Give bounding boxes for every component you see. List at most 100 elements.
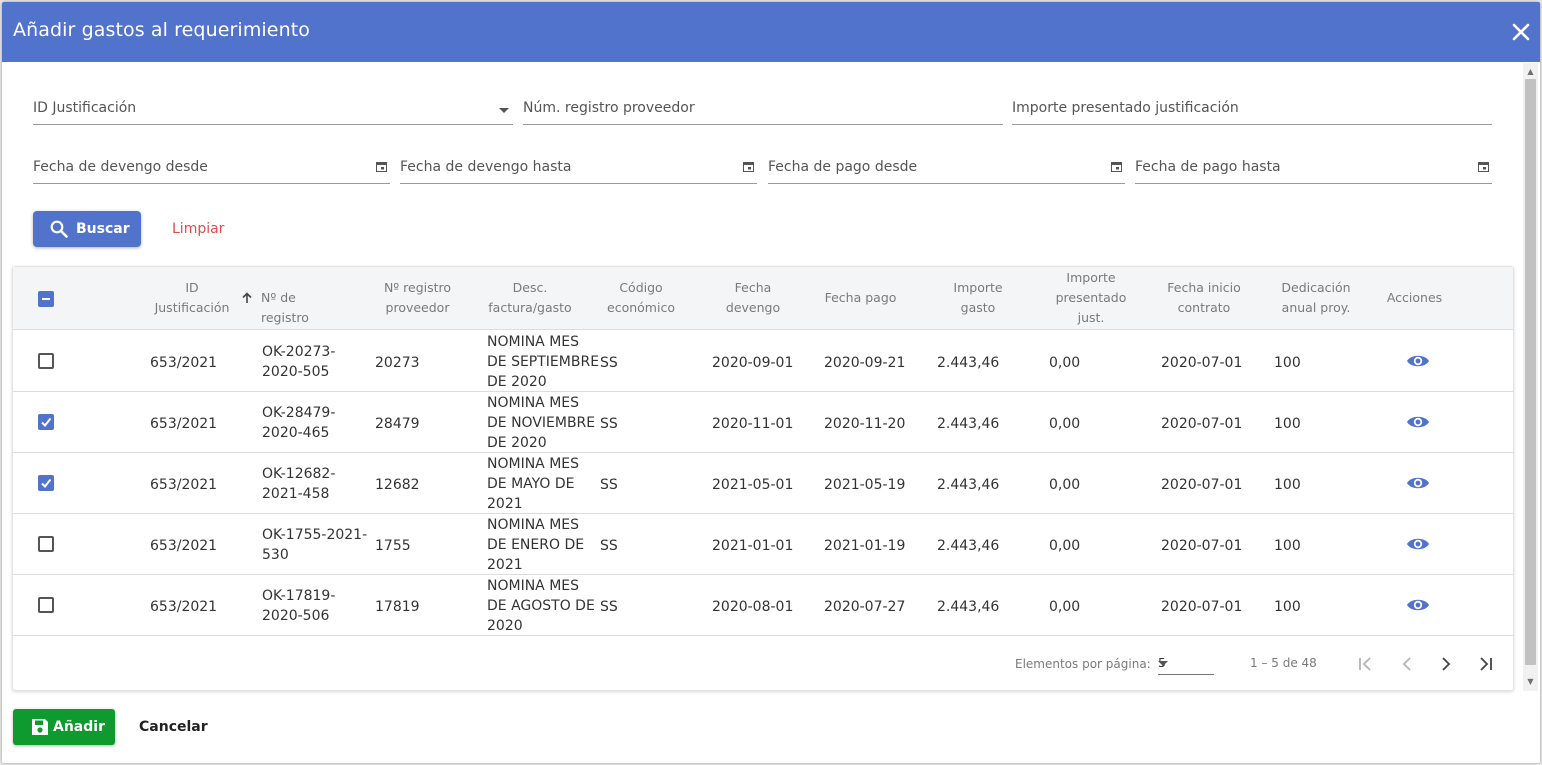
table-header: ID Justificación Nº de registro Nº regis… [13, 267, 1513, 330]
cell-desc-factura: NOMINA MES DE ENERO DE 2021 [487, 515, 584, 575]
header-n-registro-proveedor[interactable]: Nº registro proveedor [375, 278, 460, 318]
view-eye-icon[interactable] [1406, 352, 1430, 370]
importe-presentado-input[interactable]: Importe presentado justificación [1012, 99, 1492, 125]
cancel-button[interactable]: Cancelar [139, 719, 208, 735]
scroll-up-arrow-icon[interactable]: ▲ [1523, 65, 1538, 79]
row-checkbox[interactable] [38, 536, 54, 552]
cell-dedicacion-anual: 100 [1274, 477, 1301, 493]
select-all-checkbox[interactable] [38, 291, 54, 307]
page-size-select[interactable]: 5 [1158, 651, 1214, 675]
cell-n-registro: OK-1755-2021- 530 [262, 525, 367, 565]
previous-page-icon[interactable] [1396, 653, 1418, 675]
header-fecha-inicio-contrato[interactable]: Fecha inicio contrato [1163, 278, 1245, 318]
header-line: Importe [953, 280, 1003, 295]
header-line: económico [607, 300, 675, 315]
header-n-registro[interactable]: Nº de registro [261, 288, 343, 328]
row-checkbox[interactable] [38, 597, 54, 613]
fecha-pago-desde-input[interactable]: Fecha de pago desde [768, 158, 1125, 184]
add-button-label: Añadir [53, 719, 105, 735]
header-line: Desc. [512, 280, 548, 295]
header-line: presentado [1055, 290, 1127, 305]
cell-fecha-devengo: 2021-01-01 [712, 538, 794, 554]
table-row: 653/2021 OK-17819- 2020-506 17819 NOMINA MES… [13, 575, 1513, 636]
fecha-devengo-hasta-input[interactable]: Fecha de devengo hasta [400, 158, 757, 184]
cell-n-registro: OK-12682- 2021-458 [262, 464, 335, 504]
header-fecha-pago[interactable]: Fecha pago [818, 288, 903, 308]
id-justificacion-label: ID Justificación [33, 100, 137, 116]
view-eye-icon[interactable] [1406, 596, 1430, 614]
row-checkbox[interactable] [38, 414, 54, 430]
fecha-pago-hasta-label: Fecha de pago hasta [1135, 159, 1281, 175]
row-checkbox[interactable] [38, 353, 54, 369]
header-id-justificacion[interactable]: ID Justificación [151, 278, 233, 318]
cell-n-registro: OK-28479- 2020-465 [262, 403, 335, 443]
header-importe-gasto[interactable]: Importe gasto [938, 278, 1018, 318]
checkmark-icon [41, 417, 52, 428]
cell-dedicacion-anual: 100 [1274, 599, 1301, 615]
last-page-icon[interactable] [1474, 653, 1496, 675]
paginator: Elementos por página: 5 1 – 5 de 48 [13, 637, 1513, 691]
search-button[interactable]: Buscar [33, 211, 141, 247]
view-eye-icon[interactable] [1406, 474, 1430, 492]
scroll-down-arrow-icon[interactable]: ▼ [1523, 675, 1538, 689]
add-button[interactable]: Añadir [13, 709, 115, 745]
id-justificacion-select[interactable]: ID Justificación [33, 99, 513, 125]
first-page-icon[interactable] [1355, 653, 1377, 675]
cell-desc-factura-line: DE MAYO DE [487, 476, 575, 492]
cell-importe-gasto: 2.443,46 [937, 355, 1000, 371]
save-icon [32, 719, 48, 735]
next-page-icon[interactable] [1435, 653, 1457, 675]
view-eye-icon[interactable] [1406, 535, 1430, 553]
calendar-icon[interactable] [743, 161, 754, 172]
cell-importe-presentado: 0,00 [1049, 477, 1081, 493]
add-expenses-dialog: Añadir gastos al requerimiento ▲ ▼ ID Ju… [2, 2, 1540, 763]
cell-fecha-devengo: 2020-11-01 [712, 416, 794, 432]
cell-n-registro-line: OK-28479- [262, 405, 336, 421]
fecha-devengo-hasta-label: Fecha de devengo hasta [400, 159, 572, 175]
num-registro-proveedor-input[interactable]: Núm. registro proveedor [523, 99, 1003, 125]
header-line: Código [619, 280, 663, 295]
cell-fecha-devengo: 2020-09-01 [712, 355, 794, 371]
cell-n-registro-line: OK-1755-2021- [262, 527, 368, 543]
cell-codigo-economico: SS [600, 538, 618, 554]
cell-id-justificacion: 653/2021 [150, 538, 218, 554]
cell-n-registro-proveedor: 17819 [375, 599, 420, 615]
chevron-down-icon [1158, 661, 1168, 666]
cell-desc-factura: NOMINA MES DE MAYO DE 2021 [487, 454, 579, 514]
calendar-icon[interactable] [1478, 161, 1489, 172]
cell-n-registro-line: 2020-505 [262, 364, 330, 380]
cell-importe-presentado: 0,00 [1049, 538, 1081, 554]
scrollbar-thumb[interactable] [1525, 79, 1536, 665]
fecha-pago-hasta-input[interactable]: Fecha de pago hasta [1135, 158, 1492, 184]
cell-codigo-economico: SS [600, 477, 618, 493]
header-codigo-economico[interactable]: Código económico [596, 278, 686, 318]
header-fecha-devengo[interactable]: Fecha devengo [713, 278, 793, 318]
cell-desc-factura-line: DE 2020 [487, 374, 547, 390]
header-line: Importe [1066, 270, 1116, 285]
checkmark-icon [41, 478, 52, 489]
cell-id-justificacion: 653/2021 [150, 355, 218, 371]
cell-desc-factura: NOMINA MES DE AGOSTO DE 2020 [487, 576, 595, 636]
cell-dedicacion-anual: 100 [1274, 355, 1301, 371]
cell-desc-factura-line: NOMINA MES [487, 456, 580, 472]
close-icon[interactable] [1512, 23, 1530, 41]
cell-fecha-inicio-contrato: 2020-07-01 [1161, 599, 1243, 615]
clear-button[interactable]: Limpiar [172, 221, 224, 237]
header-line: Dedicación [1281, 280, 1351, 295]
fecha-devengo-desde-input[interactable]: Fecha de devengo desde [33, 158, 390, 184]
vertical-scrollbar[interactable]: ▲ ▼ [1523, 63, 1538, 691]
cell-desc-factura-line: NOMINA MES [487, 395, 580, 411]
header-importe-presentado[interactable]: Importe presentado just. [1048, 268, 1134, 328]
view-eye-icon[interactable] [1406, 413, 1430, 431]
calendar-icon[interactable] [1111, 161, 1122, 172]
header-dedicacion-anual[interactable]: Dedicación anual proy. [1275, 278, 1357, 318]
table-row: 653/2021 OK-28479- 2020-465 28479 NOMINA MES… [13, 392, 1513, 453]
cell-desc-factura-line: 2021 [487, 557, 523, 573]
row-checkbox[interactable] [38, 475, 54, 491]
calendar-icon[interactable] [376, 161, 387, 172]
fecha-pago-desde-label: Fecha de pago desde [768, 159, 918, 175]
cell-desc-factura: NOMINA MES DE NOVIEMBRE DE 2020 [487, 393, 595, 453]
header-desc-factura[interactable]: Desc. factura/gasto [483, 278, 577, 318]
page-range: 1 – 5 de 48 [1250, 656, 1317, 670]
sort-arrow-up-icon[interactable] [241, 292, 253, 304]
